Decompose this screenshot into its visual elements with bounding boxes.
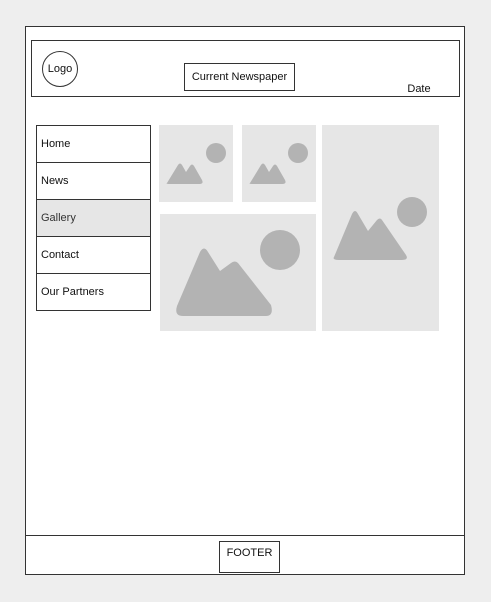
sidebar-nav: Home News Gallery Contact Our Partners — [36, 125, 151, 311]
page-title: Current Newspaper — [184, 63, 295, 91]
footer-label-box: FOOTER — [219, 541, 280, 573]
image-placeholder-icon — [176, 230, 300, 316]
logo[interactable]: Logo — [42, 51, 78, 87]
nav-item-label: News — [41, 175, 69, 187]
gallery-image-1[interactable] — [159, 125, 233, 202]
nav-item-label: Our Partners — [41, 286, 104, 298]
image-placeholder-icon — [249, 143, 308, 184]
nav-item-gallery[interactable]: Gallery — [37, 200, 150, 237]
logo-label: Logo — [47, 63, 73, 75]
nav-item-label: Contact — [41, 249, 79, 261]
nav-item-news[interactable]: News — [37, 163, 150, 200]
image-placeholder-icon — [333, 197, 427, 260]
page-title-text: Current Newspaper — [191, 71, 288, 83]
nav-item-label: Home — [41, 138, 71, 150]
footer-label: FOOTER — [226, 547, 273, 559]
nav-item-home[interactable]: Home — [37, 126, 150, 163]
nav-item-our-partners[interactable]: Our Partners — [37, 274, 150, 310]
gallery-image-2[interactable] — [242, 125, 316, 202]
wireframe-canvas: Logo Current Newspaper Date Home News Ga… — [0, 0, 491, 602]
nav-item-contact[interactable]: Contact — [37, 237, 150, 274]
gallery-image-3[interactable] — [322, 125, 439, 331]
gallery-image-4[interactable] — [160, 214, 316, 331]
nav-item-label: Gallery — [41, 212, 76, 224]
date-label: Date — [407, 83, 431, 95]
image-placeholder-icon — [166, 143, 226, 184]
